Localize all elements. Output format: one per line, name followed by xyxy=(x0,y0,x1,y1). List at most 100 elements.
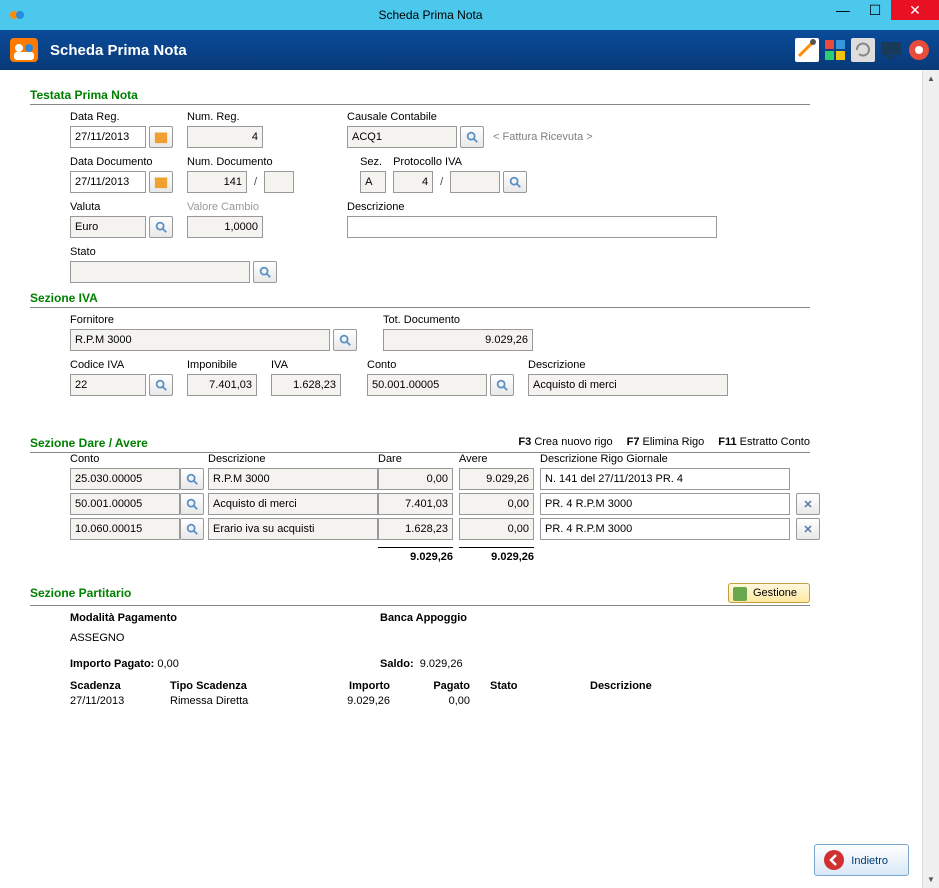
vertical-scrollbar[interactable]: ▲ ▼ xyxy=(922,70,939,888)
descr-cell xyxy=(208,518,378,540)
f3-key: F3 xyxy=(518,436,531,448)
delete-row-button[interactable]: ✕ xyxy=(796,493,820,515)
protocollo-label: Protocollo IVA xyxy=(393,156,527,168)
app-icon xyxy=(8,6,26,24)
conto-input xyxy=(367,374,487,396)
f7-txt: Elimina Rigo xyxy=(643,436,705,448)
window-title: Scheda Prima Nota xyxy=(34,8,827,22)
imponibile-label: Imponibile xyxy=(187,359,257,371)
scroll-up-icon[interactable]: ▲ xyxy=(923,70,939,87)
search-icon[interactable] xyxy=(180,468,204,490)
causale-input xyxy=(347,126,457,148)
tool-settings-icon[interactable] xyxy=(795,38,819,62)
valuta-input xyxy=(70,216,146,238)
section-partitario-title: Sezione Partitario xyxy=(30,586,728,600)
maximize-button[interactable]: ☐ xyxy=(859,0,891,20)
rigo-cell[interactable] xyxy=(540,468,790,490)
ribbon-icon xyxy=(8,34,40,66)
ribbon-title: Scheda Prima Nota xyxy=(50,42,795,59)
causale-hint: < Fattura Ricevuta > xyxy=(493,131,593,143)
descr-cell xyxy=(208,493,378,515)
importo-pagato-value: 0,00 xyxy=(157,658,178,670)
delete-row-button[interactable]: ✕ xyxy=(796,518,820,540)
col-scadenza: Scadenza xyxy=(70,680,170,692)
search-icon[interactable] xyxy=(180,518,204,540)
col-dare: Dare xyxy=(378,453,453,465)
data-doc-input[interactable] xyxy=(70,171,146,193)
num-doc-suffix-input xyxy=(264,171,294,193)
data-doc-label: Data Documento xyxy=(70,156,173,168)
importo-pagato-label: Importo Pagato: xyxy=(70,658,154,670)
iva-descrizione-label: Descrizione xyxy=(528,359,728,371)
conto-cell xyxy=(70,518,180,540)
search-icon[interactable] xyxy=(490,374,514,396)
search-icon[interactable] xyxy=(333,329,357,351)
rigo-cell[interactable] xyxy=(540,493,790,515)
total-avere: 9.029,26 xyxy=(459,547,534,563)
num-reg-label: Num. Reg. xyxy=(187,111,263,123)
causale-label: Causale Contabile xyxy=(347,111,593,123)
col-avere: Avere xyxy=(459,453,534,465)
fornitore-input xyxy=(70,329,330,351)
col-stato: Stato xyxy=(490,680,590,692)
data-reg-input[interactable] xyxy=(70,126,146,148)
num-reg-input xyxy=(187,126,263,148)
avere-cell xyxy=(459,468,534,490)
close-button[interactable]: ✕ xyxy=(891,0,939,20)
window-titlebar: Scheda Prima Nota — ☐ ✕ xyxy=(0,0,939,30)
col-rigo: Descrizione Rigo Giornale xyxy=(540,453,790,465)
indietro-button[interactable]: Indietro xyxy=(814,844,909,876)
saldo-value: 9.029,26 xyxy=(420,658,463,670)
cambio-label: Valore Cambio xyxy=(187,201,263,213)
iva-input xyxy=(271,374,341,396)
tool-refresh-icon[interactable] xyxy=(851,38,875,62)
cambio-input xyxy=(187,216,263,238)
col-descr: Descrizione xyxy=(208,453,378,465)
search-icon[interactable] xyxy=(180,493,204,515)
valuta-label: Valuta xyxy=(70,201,173,213)
codice-iva-label: Codice IVA xyxy=(70,359,173,371)
col-tipo: Tipo Scadenza xyxy=(170,680,320,692)
search-icon[interactable] xyxy=(460,126,484,148)
section-testata-title: Testata Prima Nota xyxy=(30,88,810,105)
tot-doc-input xyxy=(383,329,533,351)
modalita-label: Modalità Pagamento xyxy=(70,612,177,624)
saldo-label: Saldo: xyxy=(380,658,414,670)
tool-monitor-icon[interactable] xyxy=(879,38,903,62)
tool-theme-icon[interactable] xyxy=(823,38,847,62)
total-dare: 9.029,26 xyxy=(378,547,453,563)
gestione-button[interactable]: Gestione xyxy=(728,583,810,603)
tool-help-icon[interactable] xyxy=(907,38,931,62)
dare-cell xyxy=(378,518,453,540)
minimize-button[interactable]: — xyxy=(827,0,859,20)
calendar-icon[interactable] xyxy=(149,171,173,193)
descrizione-input[interactable] xyxy=(347,216,717,238)
search-icon[interactable] xyxy=(503,171,527,193)
calendar-icon[interactable] xyxy=(149,126,173,148)
sez-input xyxy=(360,171,386,193)
col-importo: Importo xyxy=(320,680,410,692)
avere-cell xyxy=(459,518,534,540)
stato-label: Stato xyxy=(70,246,277,258)
conto-cell xyxy=(70,493,180,515)
search-icon[interactable] xyxy=(149,374,173,396)
f7-key: F7 xyxy=(627,436,640,448)
stato-input xyxy=(70,261,250,283)
fornitore-label: Fornitore xyxy=(70,314,357,326)
search-icon[interactable] xyxy=(149,216,173,238)
dare-cell xyxy=(378,468,453,490)
f11-key: F11 xyxy=(718,436,736,448)
dare-cell xyxy=(378,493,453,515)
iva-descrizione-input xyxy=(528,374,728,396)
tot-doc-label: Tot. Documento xyxy=(383,314,533,326)
scroll-down-icon[interactable]: ▼ xyxy=(923,871,939,888)
codice-iva-input xyxy=(70,374,146,396)
f11-txt: Estratto Conto xyxy=(740,436,810,448)
rigo-cell[interactable] xyxy=(540,518,790,540)
back-arrow-icon xyxy=(823,849,845,871)
col-pagato: Pagato xyxy=(410,680,490,692)
imponibile-input xyxy=(187,374,257,396)
protocollo-suffix-input xyxy=(450,171,500,193)
sez-label: Sez. xyxy=(360,156,386,168)
search-icon[interactable] xyxy=(253,261,277,283)
